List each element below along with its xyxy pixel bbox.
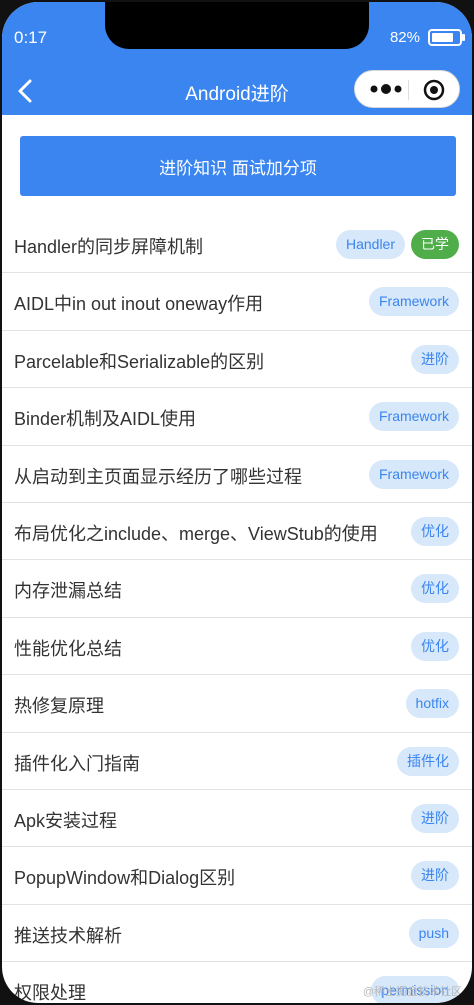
- category-tag: Framework: [368, 402, 459, 432]
- tag-group: Framework: [368, 459, 459, 489]
- list-item[interactable]: 推送技术解析 push: [2, 905, 472, 963]
- advanced-knowledge-button[interactable]: 进阶知识 面试加分项: [20, 136, 456, 196]
- tag-group: 进阶: [411, 803, 459, 833]
- device-notch: [105, 2, 369, 49]
- category-tag: 进阶: [411, 344, 459, 374]
- list-item-title: Binder机制及AIDL使用: [14, 409, 197, 430]
- tag-group: 优化: [411, 631, 459, 661]
- phone-screen: 0:17 82% Android进阶 进阶知识 面试加分项 Handler的同步…: [2, 2, 472, 1003]
- list-item[interactable]: PopupWindow和Dialog区别 进阶: [2, 847, 472, 905]
- close-target-icon[interactable]: [423, 79, 445, 101]
- list-item[interactable]: 从启动到主页面显示经历了哪些过程 Framework: [2, 446, 472, 503]
- list-item-title: 推送技术解析: [14, 925, 122, 946]
- category-tag: push: [408, 918, 459, 948]
- category-tag: 优化: [411, 516, 459, 546]
- list-item[interactable]: 内存泄漏总结 优化: [2, 560, 472, 618]
- list-item-title: 插件化入门指南: [14, 753, 140, 774]
- category-tag: hotfix: [405, 689, 459, 719]
- list-item-title: Apk安装过程: [14, 810, 118, 831]
- category-tag: 进阶: [411, 803, 459, 833]
- list-item[interactable]: Binder机制及AIDL使用 Framework: [2, 388, 472, 446]
- category-tag: 插件化: [397, 746, 459, 776]
- tag-group: Framework: [368, 287, 459, 317]
- category-tag: 优化: [411, 631, 459, 661]
- list-item[interactable]: 性能优化总结 优化: [2, 618, 472, 676]
- tag-group: 插件化: [397, 746, 459, 776]
- list-item[interactable]: 布局优化之include、merge、ViewStub的使用 优化: [2, 503, 472, 561]
- tag-group: 优化: [411, 574, 459, 604]
- list-item-title: 从启动到主页面显示经历了哪些过程: [14, 466, 302, 487]
- tag-group: Framework: [368, 402, 459, 432]
- category-tag: 进阶: [411, 861, 459, 891]
- battery-fill: [432, 33, 454, 42]
- list-item[interactable]: Apk安装过程 进阶: [2, 790, 472, 848]
- battery-icon: [428, 29, 465, 46]
- tag-group: 进阶: [411, 861, 459, 891]
- list-item-title: AIDL中in out inout oneway作用: [14, 294, 264, 315]
- tag-group: 进阶: [411, 344, 459, 374]
- battery-percent: 82%: [389, 29, 420, 46]
- capsule-divider: [408, 80, 409, 100]
- learned-badge: 已学: [411, 230, 459, 259]
- list-item-title: 权限处理: [14, 983, 86, 1003]
- category-tag: 优化: [411, 574, 459, 604]
- tag-group: hotfix: [405, 689, 459, 719]
- category-tag: Framework: [368, 287, 459, 317]
- list-item[interactable]: AIDL中in out inout oneway作用 Framework: [2, 273, 472, 331]
- status-time: 0:17: [14, 28, 48, 47]
- status-battery: 82%: [389, 29, 465, 46]
- list-item-title: PopupWindow和Dialog区别: [14, 868, 236, 889]
- mini-program-capsule: [354, 70, 460, 108]
- topic-list: Handler的同步屏障机制 Handler 已学 AIDL中in out inout…: [2, 216, 472, 1003]
- list-item-title: Handler的同步屏障机制: [14, 237, 204, 257]
- list-item[interactable]: Parcelable和Serializable的区别 进阶: [2, 331, 472, 389]
- list-item-title: 性能优化总结: [14, 638, 122, 659]
- category-tag: Handler: [335, 230, 405, 259]
- tag-group: push: [408, 918, 459, 948]
- list-item-title: 内存泄漏总结: [14, 581, 122, 602]
- list-item-title: 布局优化之include、merge、ViewStub的使用: [14, 523, 378, 544]
- tag-group: 优化: [411, 516, 459, 546]
- list-item-title: 热修复原理: [14, 696, 104, 717]
- list-item[interactable]: 插件化入门指南 插件化: [2, 733, 472, 790]
- tag-group: Handler 已学: [335, 230, 459, 259]
- list-item-title: Parcelable和Serializable的区别: [14, 351, 265, 372]
- category-tag: Framework: [368, 459, 459, 489]
- more-icon[interactable]: [367, 79, 407, 99]
- list-item[interactable]: 热修复原理 hotfix: [2, 675, 472, 733]
- list-item[interactable]: Handler的同步屏障机制 Handler 已学: [2, 216, 472, 274]
- watermark: @稀土掘金技术社区: [362, 986, 462, 998]
